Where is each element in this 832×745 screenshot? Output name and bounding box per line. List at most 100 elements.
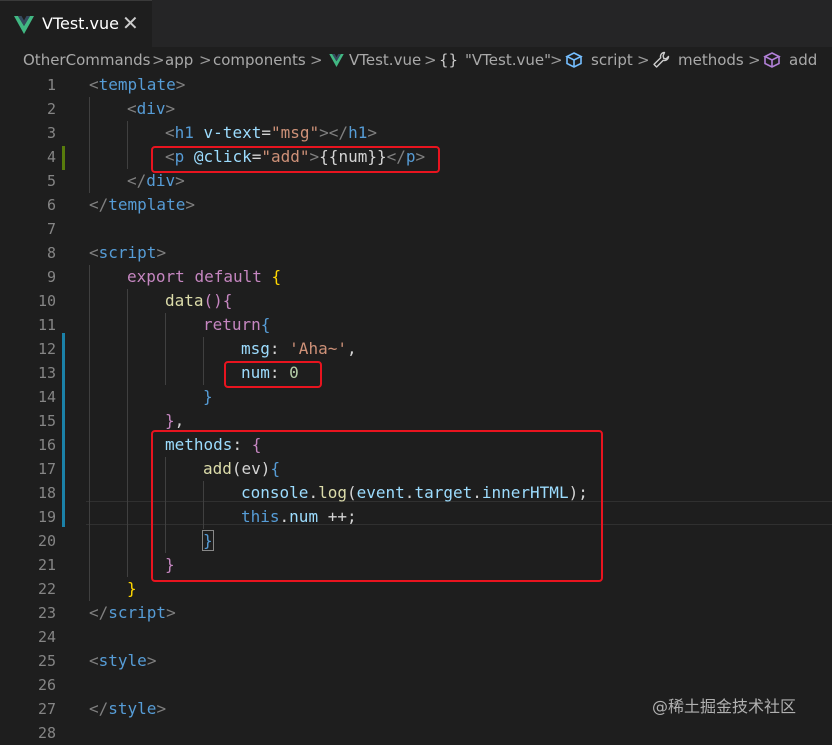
code-editor[interactable]: 1 2 3 4 5 6 7 8 9 10 11 12 13 14 15 16 1… bbox=[0, 73, 832, 742]
tab-label: VTest.vue bbox=[42, 14, 119, 33]
indent-guide bbox=[203, 337, 204, 385]
breadcrumb-item-othercommands[interactable]: OtherCommands bbox=[23, 51, 151, 69]
line-number: 8 bbox=[46, 244, 56, 262]
line-number: 15 bbox=[37, 412, 56, 430]
line-number: 28 bbox=[37, 724, 56, 742]
code-line-2: <div> bbox=[127, 97, 175, 121]
token: script bbox=[98, 243, 157, 262]
line-number: 4 bbox=[46, 148, 56, 166]
indent-guide bbox=[165, 313, 166, 385]
token: style bbox=[98, 651, 147, 670]
line-number: 7 bbox=[46, 220, 56, 238]
token: ></ bbox=[319, 123, 349, 142]
code-line-27: </style> bbox=[89, 697, 166, 721]
indent-guide bbox=[127, 121, 128, 169]
breadcrumb-item-script[interactable]: script bbox=[591, 51, 633, 69]
token: , bbox=[346, 339, 357, 358]
line-number: 24 bbox=[37, 628, 56, 646]
modified-line-indicator bbox=[62, 146, 65, 170]
modified-line-indicator bbox=[62, 333, 65, 527]
code-line-8: <script> bbox=[89, 241, 166, 265]
token: > bbox=[165, 99, 176, 118]
line-number: 1 bbox=[46, 76, 56, 94]
token: > bbox=[367, 123, 377, 142]
token: > bbox=[156, 699, 167, 718]
line-number: 12 bbox=[37, 340, 56, 358]
breadcrumb-separator: > bbox=[748, 51, 761, 69]
breadcrumb-item-components[interactable]: components bbox=[213, 51, 306, 69]
highlight-box-methods bbox=[151, 430, 603, 582]
token: { bbox=[260, 315, 271, 334]
code-line-1: <template> bbox=[89, 73, 185, 97]
line-number: 21 bbox=[37, 556, 56, 574]
breadcrumb-item-methods[interactable]: methods bbox=[678, 51, 744, 69]
code-line-10: data(){ bbox=[165, 289, 232, 313]
token: default bbox=[194, 267, 262, 286]
breadcrumb-item-module[interactable]: "VTest.vue" bbox=[465, 51, 551, 69]
close-icon[interactable]: ✕ bbox=[122, 11, 139, 35]
token: < bbox=[89, 651, 99, 670]
vue-logo-icon bbox=[329, 54, 344, 67]
token: { bbox=[271, 267, 282, 286]
token: return bbox=[203, 315, 261, 334]
breadcrumb-item-add[interactable]: add bbox=[789, 51, 817, 69]
line-number: 20 bbox=[37, 532, 56, 550]
token: , bbox=[174, 411, 185, 430]
token: </ bbox=[89, 195, 109, 214]
tab-vtest-vue[interactable]: VTest.vue ✕ bbox=[0, 0, 152, 47]
wrench-icon bbox=[653, 51, 670, 68]
token: template bbox=[98, 75, 176, 94]
token: div bbox=[146, 171, 176, 190]
token: h1 bbox=[174, 123, 194, 142]
line-number: 9 bbox=[46, 268, 56, 286]
token: } bbox=[203, 387, 213, 406]
token: 'Aha~' bbox=[289, 339, 347, 358]
braces-icon: {} bbox=[439, 51, 459, 69]
cube-icon bbox=[565, 52, 583, 68]
breadcrumb-separator: > bbox=[424, 51, 437, 69]
line-number: 11 bbox=[37, 316, 56, 334]
token: > bbox=[185, 195, 195, 214]
token: > bbox=[175, 75, 186, 94]
token: > bbox=[166, 603, 176, 622]
code-line-14: } bbox=[203, 385, 213, 409]
breadcrumb-item-vtest-vue[interactable]: VTest.vue bbox=[349, 51, 421, 69]
line-number: 18 bbox=[37, 484, 56, 502]
token: > bbox=[146, 651, 157, 670]
indent-guide bbox=[89, 265, 90, 601]
token: </ bbox=[89, 699, 109, 718]
token: > bbox=[175, 171, 185, 190]
token: msg bbox=[241, 339, 270, 358]
line-number: 23 bbox=[37, 604, 56, 622]
token: v-text bbox=[193, 123, 262, 142]
breadcrumb-item-app[interactable]: app bbox=[165, 51, 193, 69]
token: = bbox=[261, 123, 271, 142]
line-number: 19 bbox=[37, 508, 56, 526]
highlight-box-click-handler bbox=[151, 146, 440, 173]
line-number: 17 bbox=[37, 460, 56, 478]
code-line-9: export default { bbox=[127, 265, 281, 289]
code-line-25: <style> bbox=[89, 649, 156, 673]
code-line-23: </script> bbox=[89, 601, 176, 625]
tab-bar: VTest.vue ✕ bbox=[0, 0, 832, 47]
token: < bbox=[89, 243, 99, 262]
token: < bbox=[127, 99, 137, 118]
breadcrumb-separator: > bbox=[310, 51, 323, 69]
line-number: 16 bbox=[37, 436, 56, 454]
breadcrumb-separator: > bbox=[152, 51, 165, 69]
breadcrumb-separator: > bbox=[550, 51, 563, 69]
code-line-3: <h1 v-text="msg"></h1> bbox=[165, 121, 377, 145]
line-number: 10 bbox=[37, 292, 56, 310]
line-number: 5 bbox=[46, 172, 56, 190]
token: template bbox=[108, 195, 186, 214]
token: } bbox=[165, 411, 175, 430]
code-line-22: } bbox=[127, 577, 137, 601]
token: } bbox=[127, 579, 137, 598]
line-number: 14 bbox=[37, 388, 56, 406]
token: export bbox=[127, 267, 185, 286]
watermark: @稀土掘金技术社区 bbox=[652, 697, 797, 716]
line-number: 3 bbox=[46, 124, 56, 142]
token: </ bbox=[127, 171, 147, 190]
